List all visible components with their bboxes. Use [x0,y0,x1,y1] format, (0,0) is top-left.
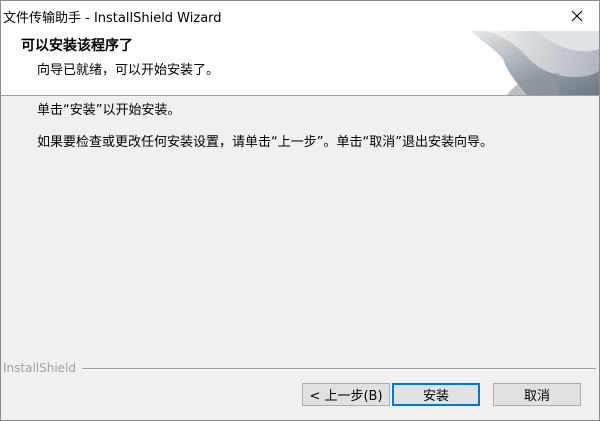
cancel-button[interactable]: 取消 [493,383,581,406]
installshield-logo-graphic [467,31,599,95]
brand-separator: InstallShield [1,362,598,374]
close-button[interactable] [555,1,599,31]
wizard-header: 可以安装该程序了 向导已就绪，可以开始安装了。 [1,31,599,96]
instruction-text-2: 如果要检查或更改任何安装设置，请单击“上一步”。单击“取消”退出安装向导。 [37,135,493,150]
page-title: 可以安装该程序了 [21,38,133,54]
separator-line [73,368,596,370]
install-button[interactable]: 安装 [392,383,480,406]
back-button[interactable]: < 上一步(B) [302,383,390,406]
brand-label: InstallShield [3,362,83,374]
window-title: 文件传输助手 - InstallShield Wizard [3,11,222,26]
page-subtitle: 向导已就绪，可以开始安装了。 [37,63,220,78]
title-bar[interactable]: 文件传输助手 - InstallShield Wizard [1,1,599,31]
instruction-text-1: 单击“安装”以开始安装。 [37,103,181,118]
close-icon [571,10,583,22]
installer-window: 文件传输助手 - InstallShield Wizard 可以安装该程序了 向… [0,0,600,421]
